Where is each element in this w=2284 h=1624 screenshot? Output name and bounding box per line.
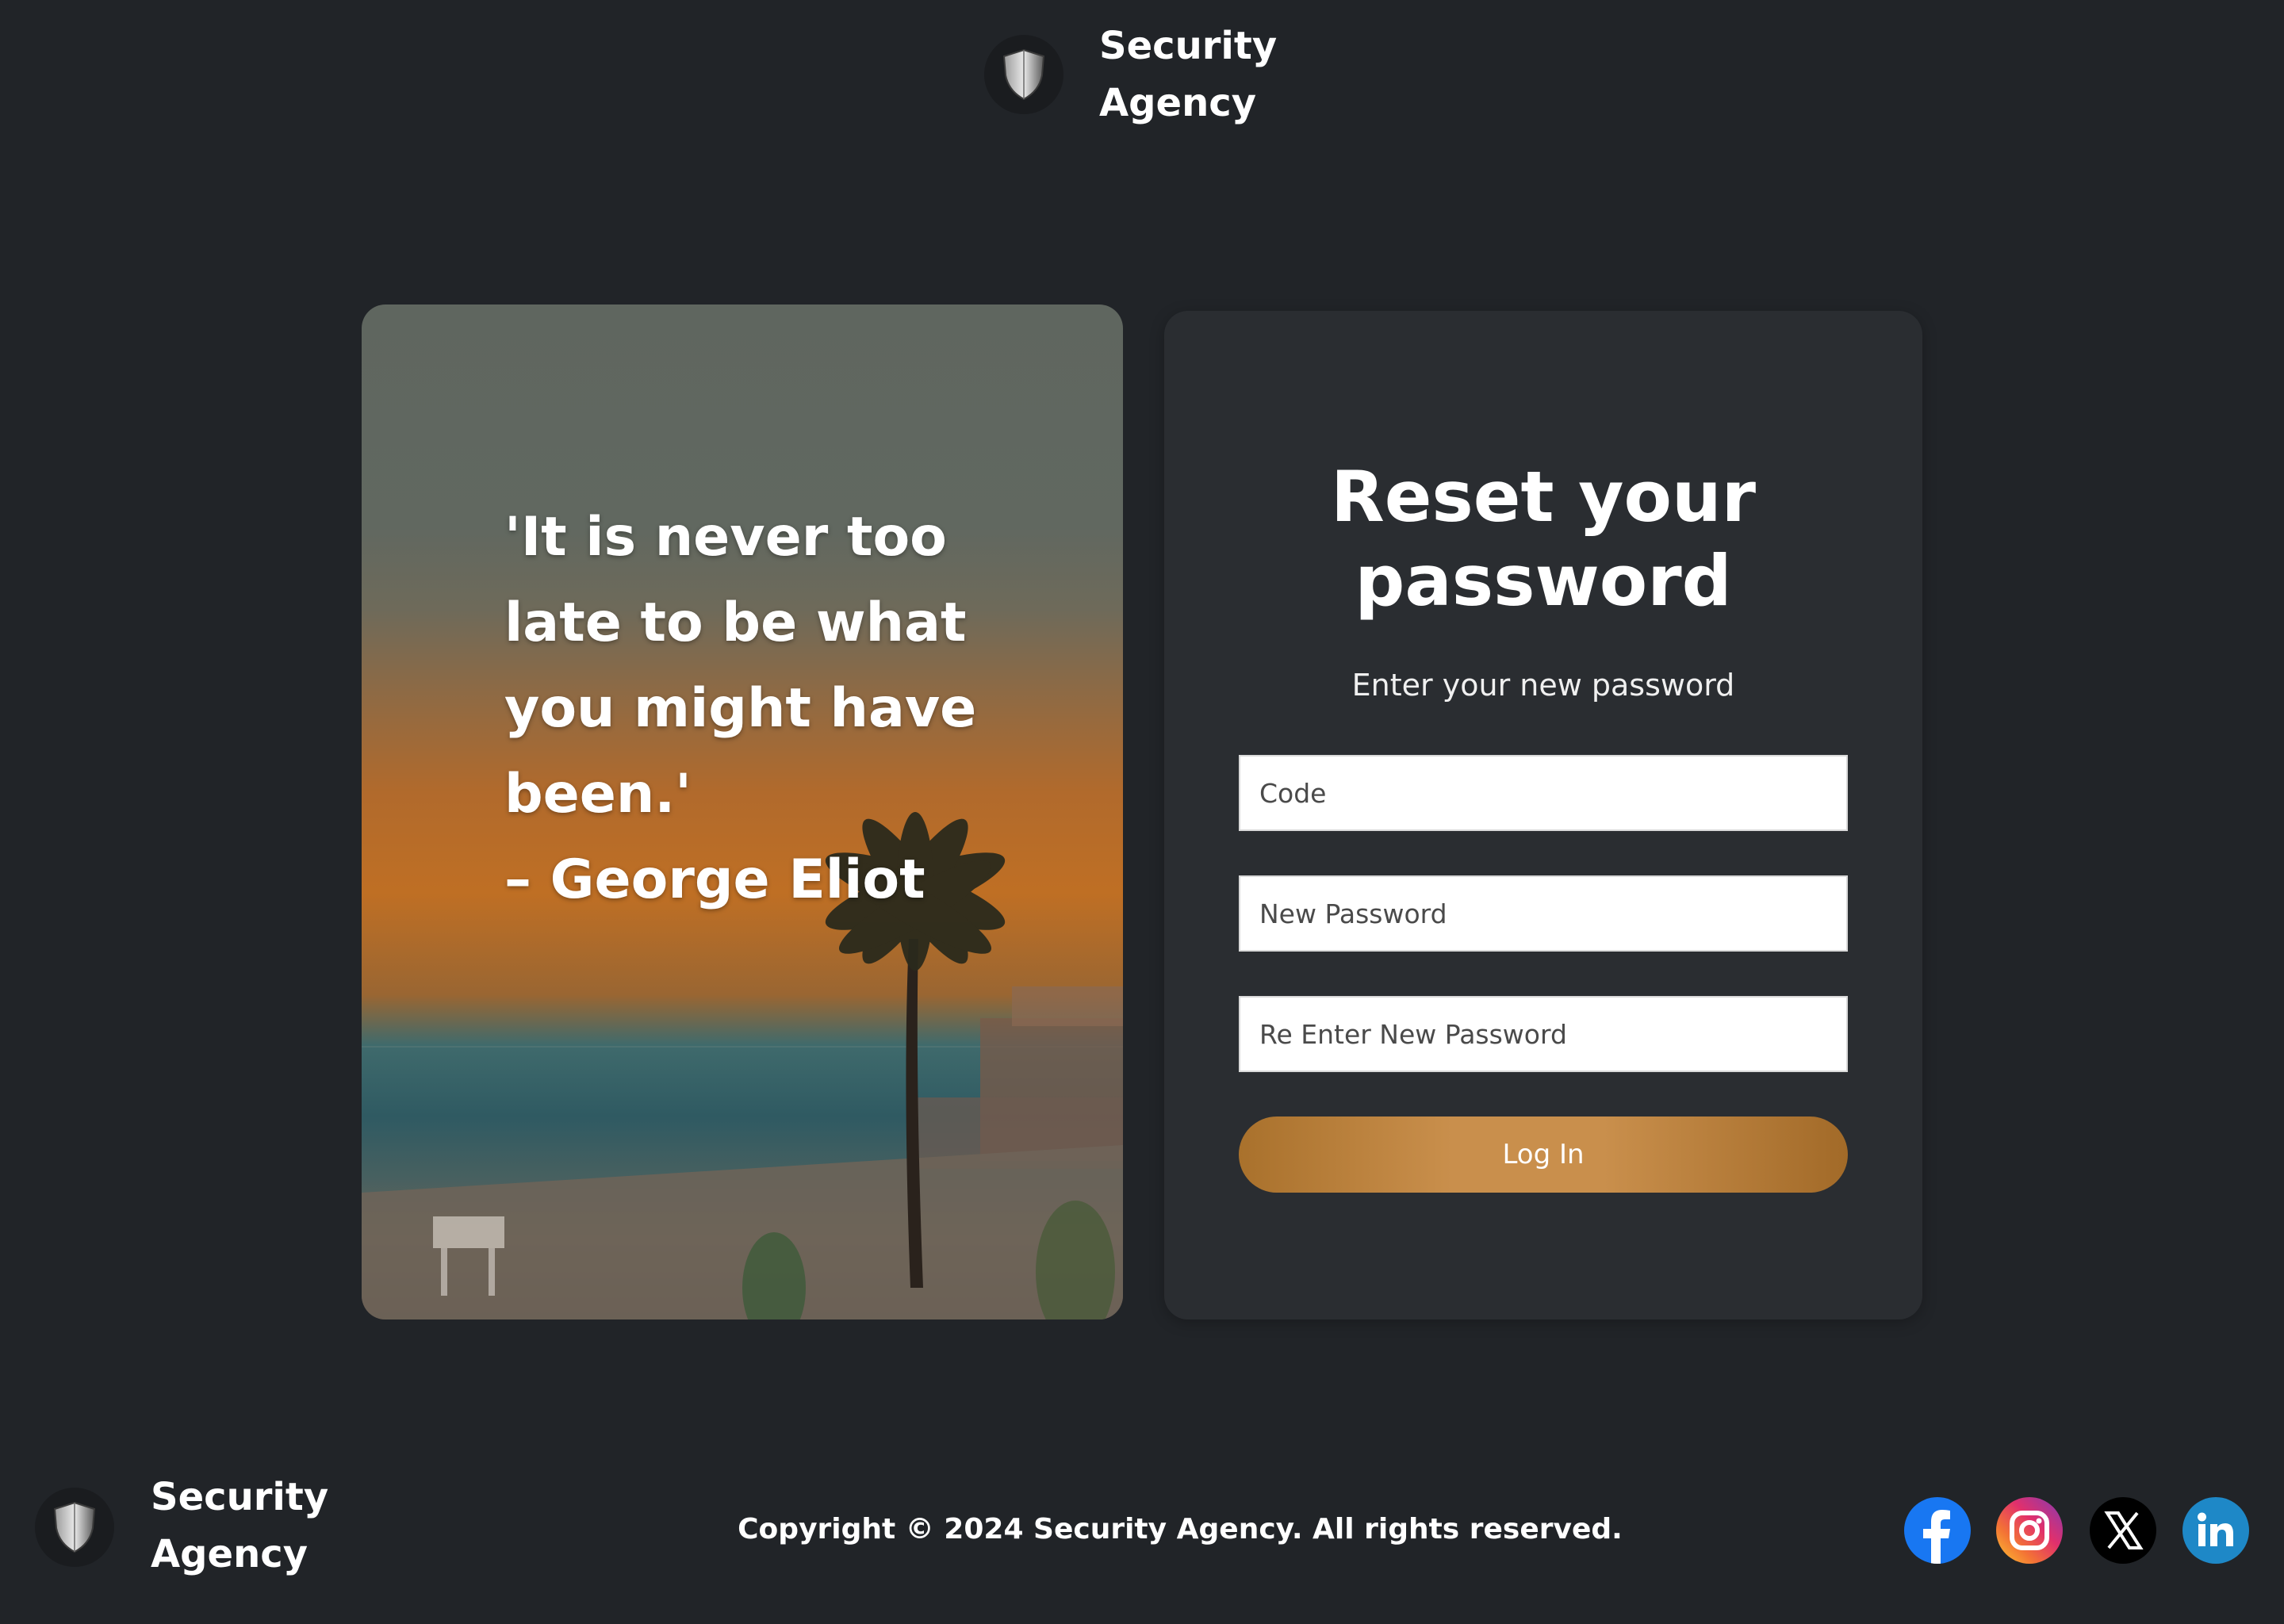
shield-icon	[1002, 48, 1045, 101]
new-password-placeholder: New Password	[1259, 898, 1447, 929]
title-line-2: password	[1355, 540, 1732, 622]
login-button-label: Log In	[1502, 1139, 1585, 1170]
page-title: Reset your password	[1164, 455, 1922, 623]
title-line-1: Reset your	[1330, 456, 1757, 538]
linkedin-icon	[2198, 1512, 2233, 1546]
code-input[interactable]: Code	[1239, 755, 1848, 831]
reenter-password-placeholder: Re Enter New Password	[1259, 1018, 1567, 1050]
quote-line: 'It is never too	[504, 506, 947, 569]
copyright-text: Copyright © 2024 Security Agency. All ri…	[738, 1513, 1623, 1545]
brand-line-2: Agency	[151, 1532, 308, 1576]
facebook-link[interactable]	[1904, 1497, 1971, 1564]
footer-logo[interactable]	[35, 1488, 114, 1567]
new-password-input[interactable]: New Password	[1239, 875, 1848, 952]
quote-line: late to be what	[504, 592, 967, 654]
quote-text: 'It is never too late to be what you mig…	[504, 495, 1028, 923]
brand-line-2: Agency	[1099, 81, 1256, 125]
instagram-link[interactable]	[1996, 1497, 2063, 1564]
quote-author: – George Eliot	[504, 848, 925, 911]
linkedin-link[interactable]	[2182, 1497, 2249, 1564]
reset-password-card: Reset your password Enter your new passw…	[1164, 311, 1922, 1320]
brand-line-1: Security	[151, 1475, 329, 1519]
footer-brand-name: Security Agency	[151, 1469, 404, 1583]
quote-card: 'It is never too late to be what you mig…	[362, 304, 1123, 1320]
reenter-password-input[interactable]: Re Enter New Password	[1239, 996, 1848, 1072]
login-button[interactable]: Log In	[1239, 1116, 1848, 1193]
facebook-icon	[1923, 1510, 1950, 1564]
site-footer: Security Agency Copyright © 2024 Securit…	[0, 1467, 2284, 1624]
shield-icon	[53, 1501, 96, 1553]
quote-line: been.'	[504, 763, 692, 825]
brand-line-1: Security	[1099, 24, 1278, 68]
x-link[interactable]	[2090, 1497, 2156, 1564]
x-icon	[2104, 1511, 2144, 1549]
logo[interactable]	[984, 35, 1063, 114]
instagram-icon	[2010, 1511, 2049, 1550]
form-subtitle: Enter your new password	[1351, 668, 1735, 703]
quote-line: you might have	[504, 677, 977, 740]
site-header: Security Agency	[0, 17, 2284, 136]
brand-name: Security Agency	[1099, 17, 1353, 132]
code-placeholder: Code	[1259, 777, 1327, 809]
